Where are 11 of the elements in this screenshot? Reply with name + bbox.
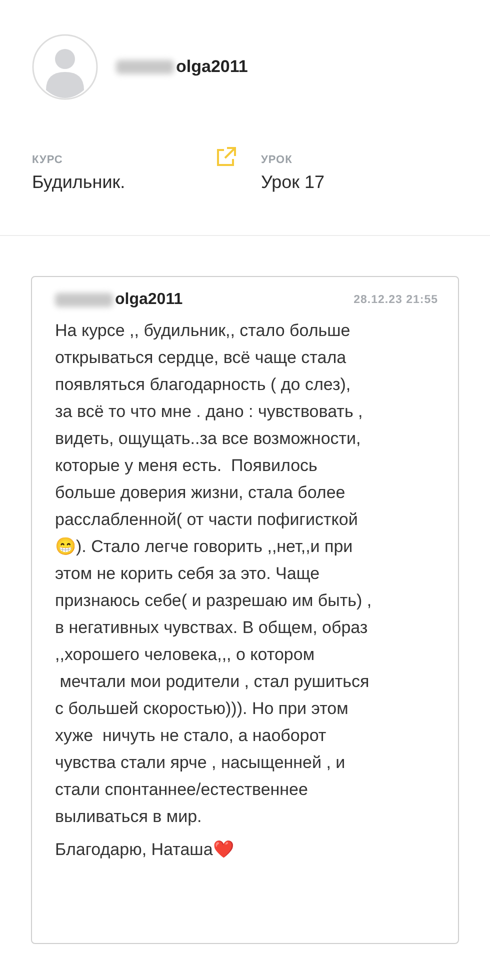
info-label: УРОК	[261, 154, 294, 166]
comment-author: olga2011	[115, 291, 183, 309]
info-label: КУРС	[32, 154, 64, 166]
comment-date: 28.12.23 21:55	[354, 294, 438, 306]
comment-text: Благодарю, Наташа❤	[55, 839, 235, 861]
info-value: Будильник.	[32, 172, 126, 193]
comment-text: На курсе ,, будильник,, стало больше открываться сердце, всё чаще стала появляться благодарность ( до слез), за всё то что мне . дано : чувствовать , видеть, ощущать..за все возможности, которые у меня есть. Появилось больше доверия жизни, стала более расслабленной( от части пофигисткой 😁). Стало легче говорить ,,нет,,и при этом не корить себя за это. Чаще признаюсь себе( и разрешаю им быть) , в негативных чувствах. В общем, образ ,,хорошего человека,,, о котором мечтали мои родители , стал рушиться с большей скоростью))). Но при этом хуже ничуть не стало, а наоборот чувства стали ярче , насыщенней , и стали спонтаннее/естественнее выливаться в мир.	[55, 320, 373, 828]
info-value: Урок 17	[261, 172, 326, 193]
external-link-icon[interactable]	[215, 146, 237, 168]
avatar-icon	[32, 34, 98, 100]
username: olga2011	[176, 57, 248, 77]
